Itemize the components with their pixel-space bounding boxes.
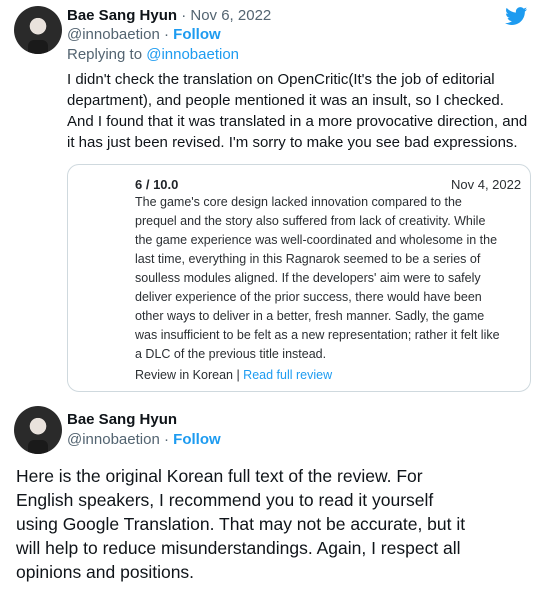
tweet-body-line: opinions and positions. bbox=[16, 562, 195, 582]
review-text-line: The game's core design lacked innovation… bbox=[135, 195, 462, 209]
tweet-body-line: department), and people mentioned it was… bbox=[67, 92, 504, 109]
review-text-line: prequel and the story also suffered from… bbox=[135, 214, 486, 228]
author-line: Bae Sang Hyun · Nov 6, 2022 bbox=[67, 7, 271, 24]
review-text-line: last time, everything in this Ragnarok s… bbox=[135, 252, 481, 266]
review-text-line: was insufficient to be felt as a new rep… bbox=[135, 328, 500, 342]
review-footer: Review in Korean | Read full review bbox=[135, 368, 332, 382]
review-card[interactable]: 6 / 10.0 Nov 4, 2022 The game's core des… bbox=[67, 164, 531, 392]
handle-separator: · bbox=[159, 431, 174, 448]
review-score: 6 / 10.0 bbox=[135, 177, 179, 192]
review-text-line: the game experience was well-coordinated… bbox=[135, 233, 498, 247]
handle-line: @innobaetion · Follow bbox=[67, 26, 221, 43]
tweet-body-line: will help to reduce misunderstandings. A… bbox=[16, 538, 461, 558]
tweet-date[interactable]: Nov 6, 2022 bbox=[190, 7, 271, 24]
avatar[interactable] bbox=[14, 6, 62, 54]
replying-to: Replying to @innobaetion bbox=[67, 46, 239, 63]
author-name[interactable]: Bae Sang Hyun bbox=[67, 7, 177, 24]
author-handle[interactable]: @innobaetion bbox=[67, 26, 160, 43]
tweet-body-line: And I found that it was translated in a … bbox=[67, 113, 528, 130]
replying-prefix: Replying to bbox=[67, 46, 147, 63]
review-text-line: other ways to deliver in a better, fresh… bbox=[135, 309, 485, 323]
avatar[interactable] bbox=[14, 406, 62, 454]
follow-button[interactable]: Follow bbox=[173, 431, 221, 448]
tweet-body-line: it has just been revised. I'm sorry to m… bbox=[67, 134, 518, 151]
twitter-bird-icon[interactable] bbox=[504, 5, 529, 27]
tweet-body-line: using Google Translation. That may not b… bbox=[16, 514, 466, 534]
review-date: Nov 4, 2022 bbox=[451, 177, 522, 192]
handle-line: @innobaetion · Follow bbox=[67, 431, 221, 448]
review-text-line: deliver experience of the prior success,… bbox=[135, 290, 482, 304]
review-language: Review in Korean | bbox=[135, 368, 244, 382]
read-full-review-link[interactable]: Read full review bbox=[243, 368, 332, 382]
handle-separator: · bbox=[159, 26, 174, 43]
author-handle[interactable]: @innobaetion bbox=[67, 431, 160, 448]
date-separator: · bbox=[177, 7, 191, 24]
author-name[interactable]: Bae Sang Hyun bbox=[67, 411, 177, 428]
tweet-body-line: English speakers, I recommend you to rea… bbox=[16, 490, 434, 510]
tweet-body-line: I didn't check the translation on OpenCr… bbox=[67, 71, 495, 88]
review-text-line: a DLC of the previous title instead. bbox=[135, 347, 327, 361]
review-text-line: soulless modules aligned. If the develop… bbox=[135, 271, 481, 285]
tweet-body-line: Here is the original Korean full text of… bbox=[16, 466, 423, 486]
follow-button[interactable]: Follow bbox=[173, 26, 221, 43]
replying-handle[interactable]: @innobaetion bbox=[146, 46, 239, 63]
